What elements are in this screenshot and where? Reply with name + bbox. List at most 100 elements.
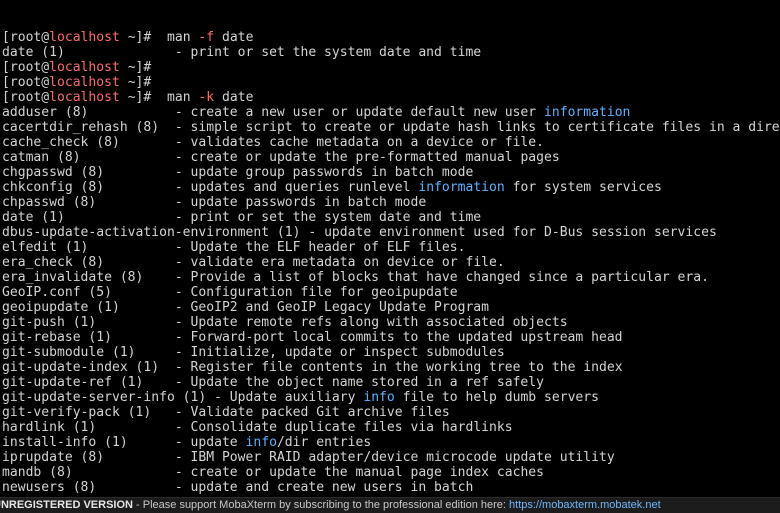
command-line: [root@localhost ~]# man -f date	[2, 30, 780, 45]
result-row: date (1) - print or set the system date …	[2, 210, 780, 225]
prompt-path: ~]#	[119, 75, 152, 90]
prompt-host: localhost	[49, 30, 120, 45]
prompt-host: localhost	[49, 60, 120, 75]
manpage-desc: - update environment used for D-Bus sess…	[308, 225, 717, 240]
manpage-desc: - print or set the system date and time	[174, 45, 482, 60]
result-row: catman (8) - create or update the pre-fo…	[2, 150, 780, 165]
result-row: install-info (1) - update info/dir entri…	[2, 435, 780, 450]
manpage-name: git-update-ref (1)	[2, 375, 144, 390]
manpage-name: newusers (8)	[2, 480, 97, 495]
manpage-name: git-update-index (1)	[2, 360, 160, 375]
result-row: git-update-ref (1) - Update the object n…	[2, 375, 780, 390]
edition-label: UNREGISTERED VERSION	[0, 499, 133, 511]
prompt-at: @	[41, 60, 50, 75]
prompt-path: ~]#	[119, 60, 152, 75]
command-name: man	[166, 30, 191, 45]
manpage-desc: - print or set the system date and time	[174, 210, 482, 225]
keyword-match: information	[418, 180, 505, 195]
manpage-name: git-update-server-info (1)	[2, 390, 207, 405]
manpage-name: elfedit (1)	[2, 240, 89, 255]
result-row: git-submodule (1) - Initialize, update o…	[2, 345, 780, 360]
prompt-user: [root	[2, 60, 42, 75]
manpage-desc: - Update remote refs along with associat…	[174, 315, 568, 330]
result-row: git-rebase (1) - Forward-port local comm…	[2, 330, 780, 345]
result-row: git-push (1) - Update remote refs along …	[2, 315, 780, 330]
manpage-desc: - update	[174, 435, 246, 450]
command-arg: date	[222, 30, 254, 45]
manpage-name: hardlink (1)	[2, 420, 97, 435]
prompt-user: [root	[2, 30, 42, 45]
result-row: era_invalidate (8) - Provide a list of b…	[2, 270, 780, 285]
manpage-name: mandb (8)	[2, 465, 73, 480]
command-flag: -k	[198, 90, 215, 105]
keyword-match: information	[544, 105, 631, 120]
prompt-path: ~]#	[119, 90, 152, 105]
manpage-desc: - Register file contents in the working …	[174, 360, 623, 375]
manpage-desc: - Update auxiliary	[214, 390, 364, 405]
manpage-desc: - create or update the manual page index…	[174, 465, 545, 480]
subscribe-link[interactable]: https://mobaxterm.mobatek.net	[509, 499, 661, 511]
result-row: cacertdir_rehash (8) - simple script to …	[2, 120, 780, 135]
result-row: geoipupdate (1) - GeoIP2 and GeoIP Legac…	[2, 300, 780, 315]
manpage-name: catman (8)	[2, 150, 81, 165]
keyword-match: info	[245, 435, 277, 450]
manpage-desc: - create a new user or update default ne…	[174, 105, 544, 120]
manpage-name: chpasswd (8)	[2, 195, 97, 210]
manpage-name: chgpasswd (8)	[2, 165, 105, 180]
manpage-desc: - update group passwords in batch mode	[174, 165, 474, 180]
command-arg: date	[222, 90, 254, 105]
result-row: git-update-index (1) - Register file con…	[2, 360, 780, 375]
manpage-name: era_check (8)	[2, 255, 105, 270]
command-flag: -f	[198, 30, 215, 45]
manpage-name: geoipupdate (1)	[2, 300, 120, 315]
status-separator: -	[132, 499, 143, 511]
result-row: era_check (8) - validate era metadata on…	[2, 255, 780, 270]
manpage-desc: - Configuration file for geoipupdate	[174, 285, 458, 300]
result-row: newusers (8) - update and create new use…	[2, 480, 780, 495]
result-row: chpasswd (8) - update passwords in batch…	[2, 195, 780, 210]
prompt-host: localhost	[49, 90, 120, 105]
prompt-at: @	[41, 75, 50, 90]
manpage-desc: - updates and queries runlevel	[174, 180, 419, 195]
manpage-name: cache_check (8)	[2, 135, 120, 150]
prompt-path: ~]#	[119, 30, 152, 45]
manpage-desc-rest: /dir entries	[276, 435, 372, 450]
manpage-desc: - Provide a list of blocks that have cha…	[174, 270, 709, 285]
manpage-desc: - Initialize, update or inspect submodul…	[174, 345, 505, 360]
result-row: iprupdate (8) - IBM Power RAID adapter/d…	[2, 450, 780, 465]
result-row: adduser (8) - create a new user or updat…	[2, 105, 780, 120]
manpage-name: dbus-update-activation-environment (1)	[2, 225, 301, 240]
manpage-name: date (1)	[2, 210, 65, 225]
manpage-desc: - create or update the pre-formatted man…	[174, 150, 560, 165]
result-row: date (1) - print or set the system date …	[2, 45, 780, 60]
manpage-name: adduser (8)	[2, 105, 89, 120]
result-row: git-update-server-info (1) - Update auxi…	[2, 390, 780, 405]
manpage-desc: - validate era metadata on device or fil…	[174, 255, 505, 270]
manpage-desc: - validates cache metadata on a device o…	[174, 135, 544, 150]
manpage-name: GeoIP.conf (5)	[2, 285, 112, 300]
command-name: man	[166, 90, 191, 105]
manpage-name: cacertdir_rehash (8)	[2, 120, 160, 135]
support-message: Please support MobaXterm by subscribing …	[142, 499, 510, 511]
manpage-name: git-push (1)	[2, 315, 97, 330]
result-row: git-verify-pack (1) - Validate packed Gi…	[2, 405, 780, 420]
manpage-desc: - Update the ELF header of ELF files.	[174, 240, 466, 255]
manpage-desc: - simple script to create or update hash…	[174, 120, 780, 135]
manpage-desc: - Forward-port local commits to the upda…	[174, 330, 623, 345]
manpage-name: iprupdate (8)	[2, 450, 105, 465]
manpage-desc: - IBM Power RAID adapter/device microcod…	[174, 450, 615, 465]
keyword-match: info	[363, 390, 395, 405]
prompt-host: localhost	[49, 75, 120, 90]
manpage-desc: - update passwords in batch mode	[174, 195, 427, 210]
result-row: chkconfig (8) - updates and queries runl…	[2, 180, 780, 195]
result-row: elfedit (1) - Update the ELF header of E…	[2, 240, 780, 255]
result-row: hardlink (1) - Consolidate duplicate fil…	[2, 420, 780, 435]
manpage-name: chkconfig (8)	[2, 180, 105, 195]
manpage-name: date (1)	[2, 45, 65, 60]
manpage-name: git-verify-pack (1)	[2, 405, 152, 420]
manpage-desc: - Update the object name stored in a ref…	[174, 375, 544, 390]
command-line: [root@localhost ~]# man -k date	[2, 90, 780, 105]
terminal-output[interactable]: [root@localhost ~]# man -f date date (1) …	[2, 0, 780, 495]
manpage-name: install-info (1)	[2, 435, 128, 450]
result-row: dbus-update-activation-environment (1) -…	[2, 225, 780, 240]
